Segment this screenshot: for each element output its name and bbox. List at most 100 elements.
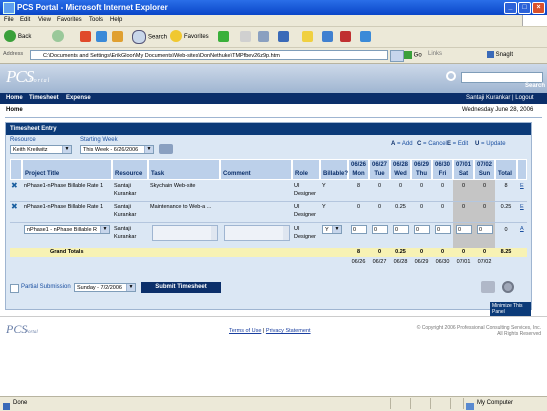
address-dropdown-icon[interactable] bbox=[390, 50, 404, 62]
window-title: PCS Portal - Microsoft Internet Explorer bbox=[17, 3, 168, 12]
header-day-sat: 07/01 Sat bbox=[453, 159, 474, 180]
address-input[interactable]: C:\Documents and Settings\ErikGloor\My D… bbox=[30, 50, 388, 60]
hours-input[interactable]: 0 bbox=[456, 225, 472, 234]
hours-input[interactable]: 0 bbox=[435, 225, 451, 234]
search-button[interactable]: Search bbox=[132, 30, 167, 44]
date-cell: 06/29 bbox=[414, 259, 429, 265]
edit-icon[interactable] bbox=[278, 31, 289, 42]
star-icon bbox=[170, 30, 182, 43]
header-total: Total bbox=[495, 159, 517, 180]
scrollbar[interactable] bbox=[283, 226, 289, 240]
terms-link[interactable]: Terms of Use bbox=[229, 328, 261, 334]
delete-row-icon[interactable]: ✖ bbox=[11, 203, 20, 212]
menu-tools[interactable]: Tools bbox=[89, 17, 103, 23]
partial-submission-checkbox[interactable] bbox=[10, 284, 19, 293]
maximize-window-button[interactable]: □ bbox=[518, 2, 531, 14]
media-icon[interactable] bbox=[218, 31, 229, 42]
row-hours: 0 bbox=[440, 183, 445, 189]
row-resource: Santaji Kurankar bbox=[114, 183, 137, 197]
status-text: Done bbox=[13, 400, 28, 406]
row-hours: 0 bbox=[461, 204, 466, 210]
scrollbar[interactable] bbox=[211, 226, 217, 240]
menu-help[interactable]: Help bbox=[110, 17, 122, 23]
snagit-button[interactable]: SnagIt bbox=[487, 51, 513, 58]
panel-header: Timesheet Entry bbox=[6, 123, 531, 135]
settings-icon[interactable] bbox=[502, 281, 514, 293]
resource-label: Resource bbox=[10, 137, 36, 143]
grand-total-value: 8 bbox=[356, 249, 361, 255]
new-project-select[interactable]: nPhase1 - nPhase Billable R ▼ bbox=[24, 225, 110, 234]
portal-logo-text: Portal bbox=[29, 78, 51, 84]
add-row-link[interactable]: A bbox=[520, 225, 524, 233]
hours-input[interactable]: 0 bbox=[351, 225, 367, 234]
header-project: Project Title bbox=[22, 159, 112, 180]
nav-home[interactable]: Home bbox=[6, 95, 23, 101]
row-task: Maintenance to Web-a ... bbox=[150, 204, 212, 210]
links-label[interactable]: Links bbox=[428, 51, 442, 57]
hours-input[interactable]: 0 bbox=[477, 225, 493, 234]
back-button[interactable]: Back bbox=[4, 30, 31, 44]
search-icon bbox=[446, 71, 456, 81]
go-button[interactable]: Go bbox=[404, 51, 422, 59]
delete-row-icon[interactable]: ✖ bbox=[11, 182, 20, 191]
chevron-down-icon: ▼ bbox=[144, 146, 153, 153]
messenger-icon[interactable] bbox=[322, 31, 333, 42]
date-cell: 06/27 bbox=[372, 259, 387, 265]
menu-favorites[interactable]: Favorites bbox=[57, 17, 82, 23]
search-input[interactable] bbox=[461, 72, 543, 83]
toolbar-extra-icon[interactable] bbox=[360, 31, 371, 42]
research-icon[interactable] bbox=[340, 31, 351, 42]
row-hours: 0 bbox=[482, 204, 487, 210]
edit-row-link[interactable]: E bbox=[520, 182, 524, 190]
menu-file[interactable]: File bbox=[4, 17, 14, 23]
row-hours: 0 bbox=[482, 183, 487, 189]
row-total: 8 bbox=[504, 183, 508, 189]
cancel-action[interactable]: C = Cancel bbox=[417, 141, 447, 147]
edit-action[interactable]: E = Edit bbox=[447, 141, 468, 147]
nav-expense[interactable]: Expense bbox=[66, 95, 91, 101]
folder-icon[interactable] bbox=[302, 31, 313, 42]
timesheet-grid: Project Title Resource Task Comment Role… bbox=[10, 159, 527, 279]
add-action[interactable]: A = Add bbox=[391, 141, 413, 147]
user-links[interactable]: Santaji Kurankar | Logout bbox=[466, 95, 534, 101]
partial-date-select[interactable]: Sunday - 7/2/2006 ▼ bbox=[74, 283, 136, 292]
minimize-window-button[interactable]: _ bbox=[504, 2, 517, 14]
home-icon[interactable] bbox=[112, 31, 123, 42]
zone-text: My Computer bbox=[477, 400, 514, 406]
print-icon[interactable] bbox=[481, 281, 495, 293]
refresh-icon[interactable] bbox=[96, 31, 107, 42]
week-select[interactable]: This Week - 6/26/2006 ▼ bbox=[80, 145, 154, 154]
menu-edit[interactable]: Edit bbox=[20, 17, 30, 23]
update-action[interactable]: U = Update bbox=[475, 141, 506, 147]
privacy-link[interactable]: Privacy Statement bbox=[266, 328, 311, 334]
back-arrow-icon bbox=[4, 30, 16, 43]
header-billable: Billable? bbox=[320, 159, 348, 180]
submit-timesheet-button[interactable]: Submit Timesheet bbox=[141, 282, 221, 293]
forward-button[interactable] bbox=[52, 30, 66, 44]
minimize-panel-link[interactable]: Minimize This Panel bbox=[490, 302, 531, 316]
search-button[interactable]: Search bbox=[525, 83, 545, 89]
print-icon[interactable] bbox=[258, 31, 269, 42]
mail-icon[interactable] bbox=[240, 31, 251, 42]
nav-timesheet[interactable]: Timesheet bbox=[29, 95, 59, 101]
status-pane bbox=[430, 398, 431, 409]
grand-total-value: 0 bbox=[419, 249, 424, 255]
new-comment-input[interactable] bbox=[224, 225, 290, 241]
stop-icon[interactable] bbox=[80, 31, 91, 42]
row-hours: 0 bbox=[440, 204, 445, 210]
calendar-icon[interactable] bbox=[159, 144, 173, 154]
new-billable-select[interactable]: Y ▼ bbox=[322, 225, 342, 234]
favorites-button[interactable]: Favorites bbox=[170, 30, 209, 44]
edit-row-link[interactable]: E bbox=[520, 203, 524, 211]
new-task-input[interactable] bbox=[152, 225, 218, 241]
close-window-button[interactable]: × bbox=[532, 2, 545, 14]
hours-input[interactable]: 0 bbox=[393, 225, 409, 234]
grand-total-value: 0 bbox=[440, 249, 445, 255]
resource-select[interactable]: Keith Kreilwitz ▼ bbox=[10, 145, 72, 154]
row-hours: 8 bbox=[356, 183, 361, 189]
menu-view[interactable]: View bbox=[38, 17, 51, 23]
grand-totals-label: Grand Totals bbox=[50, 249, 84, 255]
hours-input[interactable]: 0 bbox=[372, 225, 388, 234]
hours-input[interactable]: 0 bbox=[414, 225, 430, 234]
status-pane bbox=[450, 398, 451, 409]
